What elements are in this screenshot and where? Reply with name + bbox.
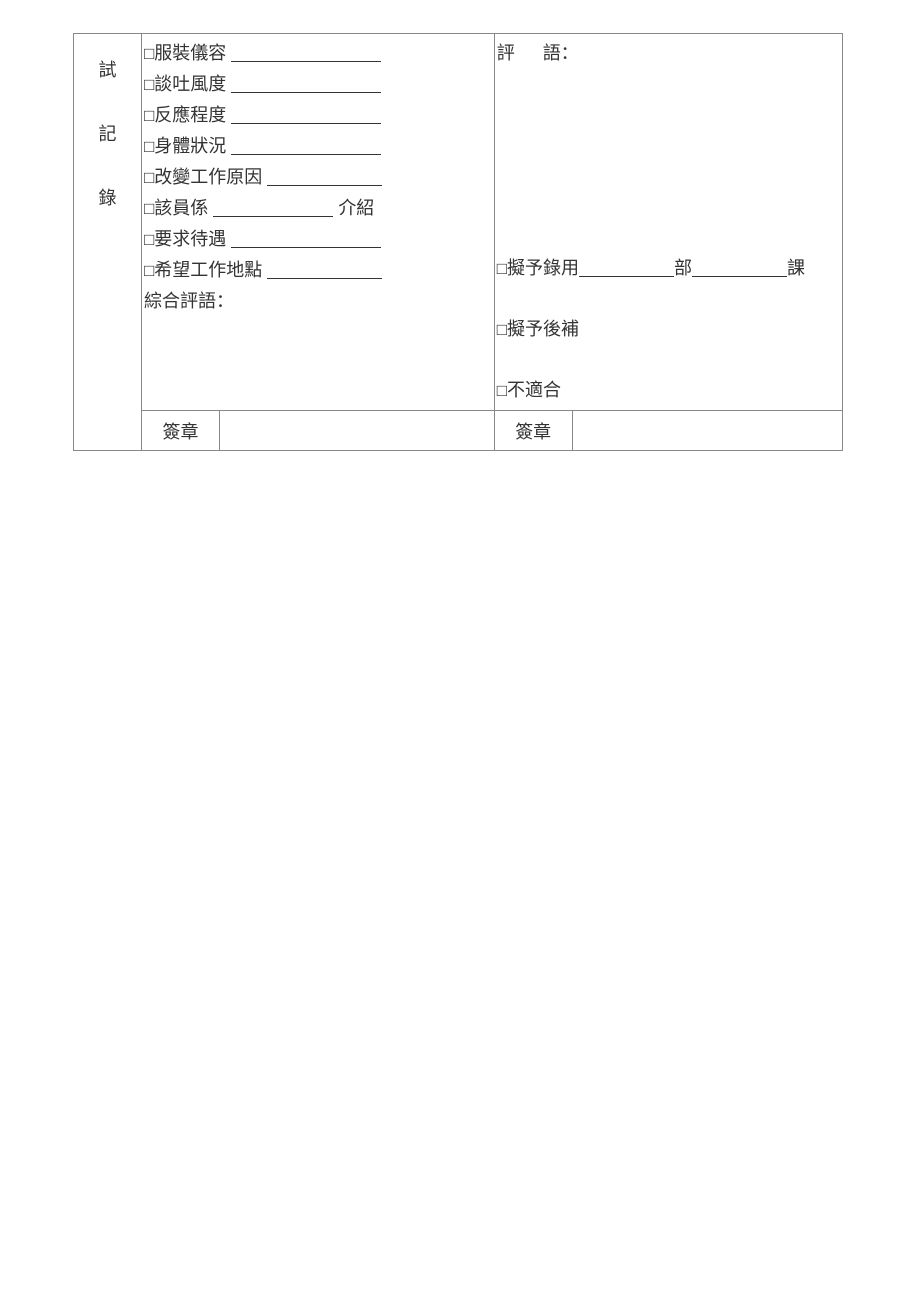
checkbox-icon[interactable]: □ — [144, 194, 154, 224]
checkbox-icon[interactable]: □ — [144, 256, 154, 286]
checkbox-icon[interactable]: □ — [144, 39, 154, 69]
item-health: □身體狀況 — [144, 131, 492, 162]
item-salary-label: 要求待遇 — [154, 229, 226, 249]
item-health-label: 身體狀況 — [154, 136, 226, 156]
checkbox-icon[interactable]: □ — [144, 70, 154, 100]
item-salary: □要求待遇 — [144, 224, 492, 255]
row-label-char-3: 錄 — [99, 184, 117, 210]
hire-line: □擬予錄用 部 課 — [497, 253, 840, 284]
blank-line[interactable] — [231, 137, 381, 155]
blank-line[interactable] — [213, 199, 333, 217]
item-referral: □該員係 介紹 — [144, 193, 492, 224]
waitlist-line: □擬予後補 — [497, 314, 840, 345]
item-location: □希望工作地點 — [144, 255, 492, 286]
row-label-cell: 試 記 錄 — [74, 34, 142, 451]
item-dress-label: 服裝儀容 — [154, 43, 226, 63]
blank-line[interactable] — [267, 168, 382, 186]
comment-label-text: 語： — [543, 43, 579, 63]
item-manner-label: 談吐風度 — [154, 74, 226, 94]
item-response-label: 反應程度 — [154, 105, 226, 125]
item-referral-prefix: 該員係 — [154, 198, 208, 218]
item-manner: □談吐風度 — [144, 69, 492, 100]
blank-line[interactable] — [692, 259, 787, 277]
blank-line[interactable] — [579, 259, 674, 277]
right-comment-label: 評語： — [497, 38, 840, 68]
right-content-cell: 評語： □擬予錄用部課 □擬予後補 □不適合 — [494, 34, 842, 411]
comment-space[interactable] — [497, 68, 840, 253]
item-response: □反應程度 — [144, 100, 492, 131]
signature-space-left[interactable] — [220, 411, 495, 451]
hire-section-label: 課 — [787, 258, 805, 278]
left-content-cell: □服裝儀容 □談吐風度 □反應程度 □身體狀況 □改變工作原因 □該員係 — [142, 34, 495, 411]
checkbox-icon[interactable]: □ — [497, 315, 507, 345]
blank-line[interactable] — [267, 261, 382, 279]
item-location-label: 希望工作地點 — [154, 260, 262, 280]
row-label-char-2: 記 — [99, 120, 117, 146]
checkbox-icon[interactable]: □ — [497, 376, 507, 406]
item-change-reason-label: 改變工作原因 — [154, 167, 262, 187]
signature-space-right[interactable] — [572, 411, 842, 451]
item-dress: □服裝儀容 — [144, 38, 492, 69]
waitlist-label: 擬予後補 — [507, 319, 579, 339]
checkbox-icon[interactable]: □ — [497, 254, 507, 284]
not-suitable-label: 不適合 — [507, 380, 561, 400]
summary-label: 綜合評語： — [144, 286, 492, 316]
not-suitable-line: □不適合 — [497, 375, 840, 406]
hire-dept-label: 部 — [674, 258, 692, 278]
blank-line[interactable] — [231, 230, 381, 248]
hire-prefix-label: 擬予錄用 — [507, 258, 579, 278]
checkbox-icon[interactable]: □ — [144, 132, 154, 162]
interview-record-table: 試 記 錄 □服裝儀容 □談吐風度 □反應程度 □身體狀況 — [73, 33, 843, 451]
item-change-reason: □改變工作原因 — [144, 162, 492, 193]
blank-line[interactable] — [231, 106, 381, 124]
checkbox-icon[interactable]: □ — [144, 225, 154, 255]
row-label-char-1: 試 — [99, 56, 117, 82]
item-referral-suffix: 介紹 — [338, 198, 374, 218]
checkbox-icon[interactable]: □ — [144, 163, 154, 193]
blank-line[interactable] — [231, 75, 381, 93]
signature-label-right: 簽章 — [494, 411, 572, 451]
signature-label-left: 簽章 — [142, 411, 220, 451]
summary-space[interactable] — [144, 316, 492, 394]
blank-line[interactable] — [231, 44, 381, 62]
checkbox-icon[interactable]: □ — [144, 101, 154, 131]
